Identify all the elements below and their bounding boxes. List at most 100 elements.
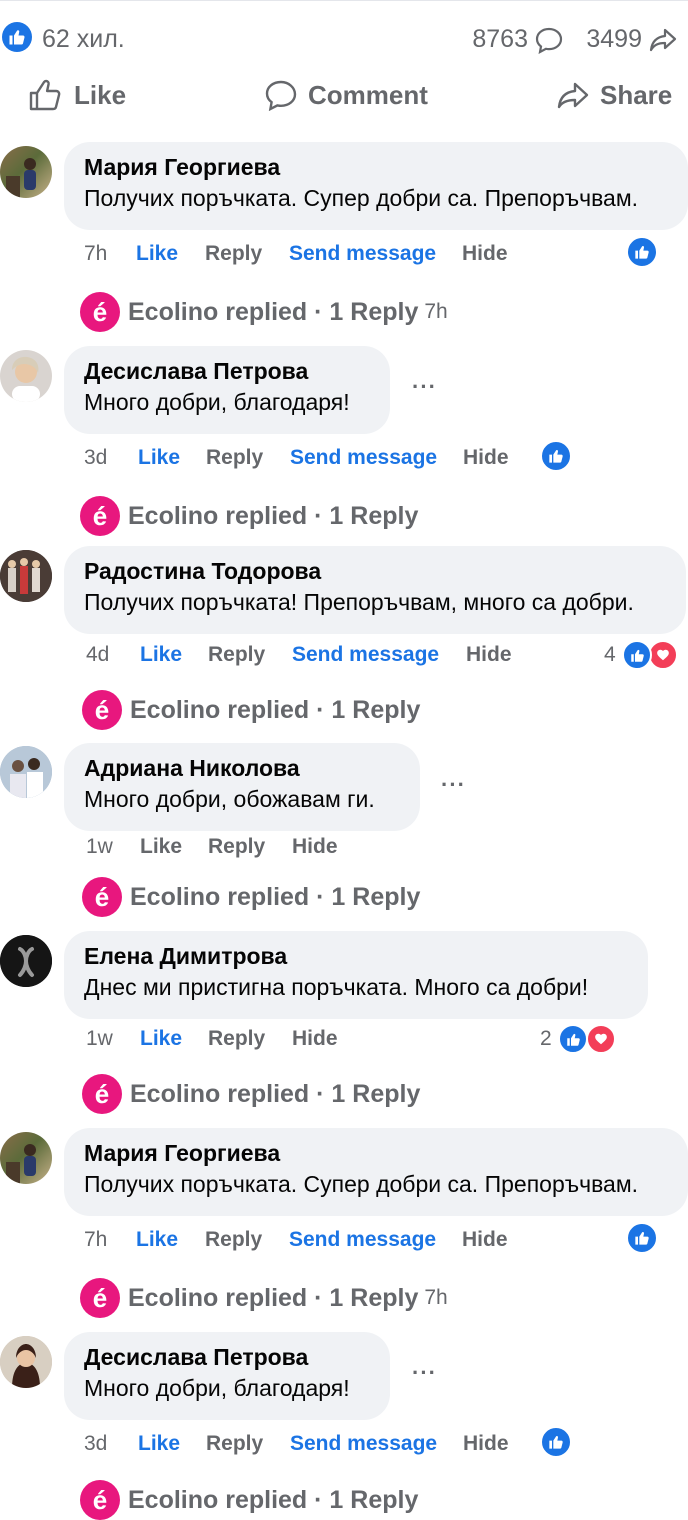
comment-bubble: Десислава Петрова Много добри, благодаря… (64, 346, 390, 434)
like-icon (29, 79, 61, 111)
comment-reply-button[interactable]: Reply (208, 643, 292, 667)
replied-label: Ecolino replied (130, 882, 310, 911)
comment-button[interactable]: Comment (264, 72, 428, 118)
comment-like-button[interactable]: Like (136, 1228, 205, 1252)
comment-reply-button[interactable]: Reply (206, 1432, 290, 1456)
view-replies-link[interactable]: é Ecolino replied · 1 Reply (82, 690, 420, 730)
comment-reply-button[interactable]: Reply (206, 446, 290, 470)
comment-reply-button[interactable]: Reply (205, 242, 289, 266)
post-action-bar: Like Comment Share (0, 72, 688, 118)
avatar[interactable] (0, 1336, 52, 1388)
send-message-button[interactable]: Send message (290, 1432, 463, 1456)
reply-count: · 1 Reply (314, 1485, 419, 1514)
comment-actions: 7h Like Reply Send message Hide (84, 239, 508, 269)
share-icon (557, 82, 589, 109)
send-message-button[interactable]: Send message (292, 643, 466, 667)
like-reaction-icon[interactable] (540, 440, 572, 472)
reaction-count[interactable]: 4 (604, 643, 616, 667)
reply-count: · 1 Reply (314, 297, 419, 326)
more-options-button[interactable]: ··· (412, 1360, 437, 1386)
comment-like-button[interactable]: Like (136, 242, 205, 266)
send-message-button[interactable]: Send message (290, 446, 463, 470)
more-options-button[interactable]: ··· (441, 772, 466, 798)
comment-like-button[interactable]: Like (138, 1432, 206, 1456)
post-stats: 62 хил. 8763 3499 (0, 18, 688, 58)
share-button-label: Share (600, 79, 673, 110)
avatar[interactable] (0, 550, 52, 602)
ecolino-avatar: é (80, 292, 120, 332)
comment-age[interactable]: 3d (84, 1432, 138, 1456)
view-replies-link[interactable]: é Ecolino replied · 1 Reply (82, 877, 420, 917)
comment-author[interactable]: Мария Георгиева (84, 1138, 668, 1168)
view-replies-link[interactable]: é Ecolino replied · 1 Reply 7h (80, 292, 448, 332)
comment-author[interactable]: Радостина Тодорова (84, 556, 666, 586)
view-replies-link[interactable]: é Ecolino replied · 1 Reply (82, 1074, 420, 1114)
avatar[interactable] (0, 146, 52, 198)
comment-age[interactable]: 3d (84, 446, 138, 470)
more-options-button[interactable]: ··· (412, 374, 437, 400)
send-message-button[interactable]: Send message (289, 242, 462, 266)
comment-author[interactable]: Десислава Петрова (84, 1342, 370, 1372)
view-replies-link[interactable]: é Ecolino replied · 1 Reply 7h (80, 1278, 448, 1318)
comment-bubble: Мария Георгиева Получих поръчката. Супер… (64, 142, 688, 230)
like-reaction-icon[interactable] (558, 1024, 588, 1054)
comment-actions: 3d Like Reply Send message Hide (84, 443, 509, 473)
replied-label: Ecolino replied (128, 297, 308, 326)
ecolino-avatar: é (80, 1278, 120, 1318)
comment-like-button[interactable]: Like (138, 446, 206, 470)
comment-like-button[interactable]: Like (140, 643, 208, 667)
avatar[interactable] (0, 350, 52, 402)
hide-comment-button[interactable]: Hide (462, 1228, 508, 1252)
comment-icon (265, 80, 297, 111)
comment-age[interactable]: 1w (86, 1027, 140, 1051)
comment-age[interactable]: 7h (84, 1228, 136, 1252)
comment-author[interactable]: Адриана Николова (84, 753, 400, 783)
reply-count: · 1 Reply (316, 1079, 421, 1108)
comment-reply-button[interactable]: Reply (208, 1027, 292, 1051)
heart-icon[interactable] (648, 640, 678, 670)
replied-label: Ecolino replied (128, 1485, 308, 1514)
avatar[interactable] (0, 935, 52, 987)
comment-text: Получих поръчката! Препоръчвам, много са… (84, 589, 634, 615)
hide-comment-button[interactable]: Hide (292, 835, 338, 859)
avatar[interactable] (0, 1132, 52, 1184)
view-replies-link[interactable]: é Ecolino replied · 1 Reply (80, 1480, 418, 1520)
comment-age[interactable]: 7h (84, 242, 136, 266)
hide-comment-button[interactable]: Hide (292, 1027, 338, 1051)
comment-age[interactable]: 1w (86, 835, 140, 859)
comment-like-button[interactable]: Like (140, 835, 208, 859)
comment-like-button[interactable]: Like (140, 1027, 208, 1051)
reaction-count[interactable]: 2 (540, 1027, 552, 1051)
replied-label: Ecolino replied (128, 1283, 308, 1312)
hide-comment-button[interactable]: Hide (466, 643, 512, 667)
comment-reply-button[interactable]: Reply (208, 835, 292, 859)
comment-author[interactable]: Елена Димитрова (84, 941, 628, 971)
hide-comment-button[interactable]: Hide (462, 242, 508, 266)
like-reaction-icon (2, 22, 32, 52)
comment-text: Много добри, благодаря! (84, 389, 350, 415)
view-replies-link[interactable]: é Ecolino replied · 1 Reply (80, 496, 418, 536)
comment-actions: 4d Like Reply Send message Hide (86, 640, 512, 670)
like-reaction-icon[interactable] (622, 640, 652, 670)
comment-author[interactable]: Мария Георгиева (84, 152, 668, 182)
comment-author[interactable]: Десислава Петрова (84, 356, 370, 386)
divider (0, 0, 688, 1)
like-reaction-icon[interactable] (626, 1222, 658, 1254)
share-button[interactable]: Share (556, 72, 672, 118)
share-count[interactable]: 3499 (586, 25, 642, 54)
avatar[interactable] (0, 746, 52, 798)
send-message-button[interactable]: Send message (289, 1228, 462, 1252)
reaction-count[interactable]: 62 хил. (42, 25, 125, 54)
comment-age[interactable]: 4d (86, 643, 140, 667)
like-reaction-icon[interactable] (540, 1426, 572, 1458)
comment-bubble: Елена Димитрова Днес ми пристигна поръчк… (64, 931, 648, 1019)
hide-comment-button[interactable]: Hide (463, 446, 509, 470)
heart-icon[interactable] (586, 1024, 616, 1054)
like-reaction-icon[interactable] (626, 236, 658, 268)
comment-button-label: Comment (308, 79, 428, 110)
like-button[interactable]: Like (28, 72, 126, 118)
comment-reply-button[interactable]: Reply (205, 1228, 289, 1252)
hide-comment-button[interactable]: Hide (463, 1432, 509, 1456)
replied-label: Ecolino replied (130, 695, 310, 724)
comment-count[interactable]: 8763 (472, 25, 528, 54)
